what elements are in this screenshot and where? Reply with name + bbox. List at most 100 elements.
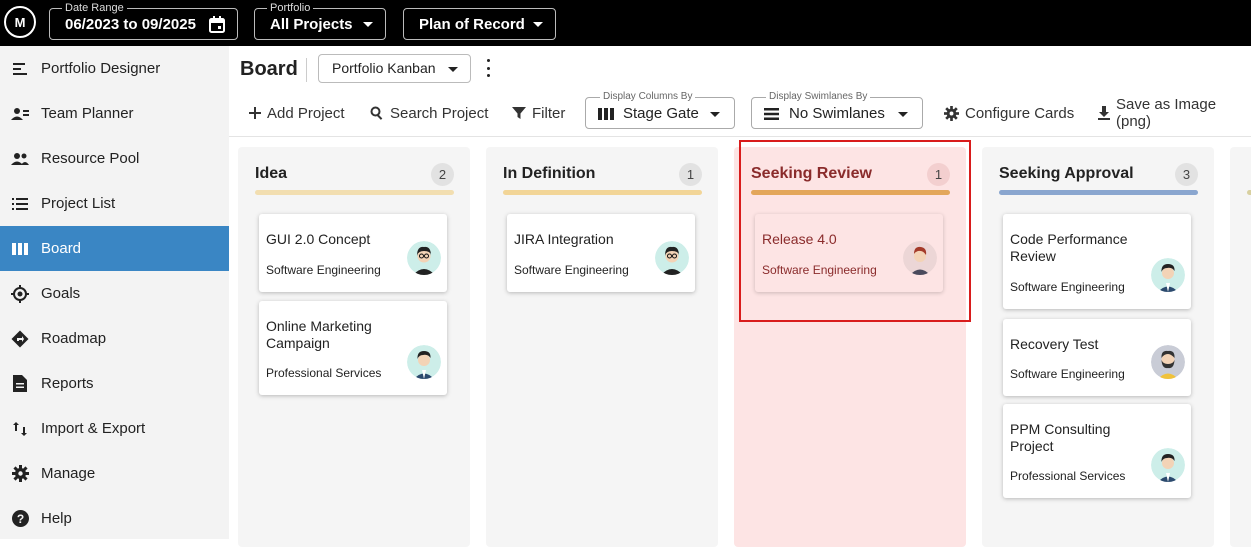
top-bar: M Date Range 06/2023 to 09/2025 Portfoli… <box>0 0 1251 46</box>
swimlanes-icon <box>764 107 779 124</box>
display-columns-label: Display Columns By <box>600 91 696 103</box>
sidebar-item-portfolio-designer[interactable]: Portfolio Designer <box>0 46 229 91</box>
search-icon <box>370 106 384 120</box>
list-icon <box>11 195 29 213</box>
calendar-icon[interactable] <box>209 16 225 33</box>
filter-button[interactable]: Filter <box>512 103 565 123</box>
column-title: Seeking Review <box>751 165 872 182</box>
sidebar-item-label: Goals <box>41 285 81 302</box>
sidebar-item-help[interactable]: ? Help <box>0 496 229 541</box>
gear-icon <box>11 465 29 483</box>
display-swimlanes-label: Display Swimlanes By <box>766 91 871 103</box>
sidebar-item-label: Manage <box>41 465 96 482</box>
display-columns-value: Stage Gate <box>623 105 699 122</box>
column-title: Idea <box>255 165 288 182</box>
card-title: GUI 2.0 Concept <box>266 231 371 247</box>
roadmap-icon <box>11 330 29 348</box>
chevron-down-icon <box>533 22 543 27</box>
logo-letter: M <box>14 14 26 30</box>
column-color-bar <box>503 190 702 195</box>
card-title: PPM Consulting Project <box>1010 421 1111 454</box>
sidebar-item-manage[interactable]: Manage <box>0 451 229 496</box>
help-icon: ? <box>11 510 29 528</box>
avatar <box>407 345 441 379</box>
goals-icon <box>11 284 29 303</box>
sidebar-item-label: Reports <box>41 375 94 392</box>
sidebar-item-label: Roadmap <box>41 330 107 347</box>
card-title: JIRA Integration <box>514 231 614 247</box>
project-card[interactable]: GUI 2.0 Concept Software Engineering <box>259 214 447 292</box>
plan-value: Plan of Record <box>419 16 525 33</box>
gear-icon <box>944 105 959 121</box>
search-project-button[interactable]: Search Project <box>370 103 488 123</box>
chevron-down-icon <box>710 112 720 117</box>
save-image-button[interactable]: Save as Image (png) <box>1098 96 1251 130</box>
date-range-value: 06/2023 to 09/2025 <box>65 16 196 33</box>
project-card[interactable]: Release 4.0 Software Engineering <box>755 214 943 292</box>
configure-cards-button[interactable]: Configure Cards <box>944 103 1074 123</box>
sidebar: Portfolio Designer Team Planner Resource… <box>0 46 229 539</box>
plan-select[interactable]: Plan of Record <box>403 8 556 40</box>
filter-label: Filter <box>532 104 566 122</box>
column-color-bar <box>255 190 454 195</box>
card-subtitle: Software Engineering <box>1010 280 1125 294</box>
sidebar-item-board[interactable]: Board <box>0 226 229 271</box>
board-select[interactable]: Portfolio Kanban <box>318 54 471 83</box>
sidebar-item-goals[interactable]: Goals <box>0 271 229 316</box>
avatar <box>1151 345 1185 379</box>
resource-pool-icon <box>11 150 29 168</box>
board-icon <box>11 240 29 258</box>
sidebar-item-label: Board <box>41 240 82 257</box>
board-icon <box>598 107 614 124</box>
sidebar-item-label: Project List <box>41 195 116 212</box>
portfolio-designer-icon <box>11 60 29 78</box>
project-card[interactable]: PPM Consulting Project Professional Serv… <box>1003 404 1191 498</box>
filter-icon <box>512 106 526 120</box>
column-in-definition: In Definition 1 JIRA Integration Softwar… <box>486 147 718 547</box>
add-project-button[interactable]: Add Project <box>249 103 345 123</box>
project-card[interactable]: Online Marketing Campaign Professional S… <box>259 301 447 395</box>
date-range-field[interactable]: Date Range 06/2023 to 09/2025 <box>49 2 238 40</box>
more-options-icon[interactable] <box>485 59 491 77</box>
column-seeking-approval: Seeking Approval 3 Code Performance Revi… <box>982 147 1214 547</box>
portfolio-label: Portfolio <box>267 2 314 14</box>
import-export-icon <box>11 420 29 438</box>
sidebar-item-import-export[interactable]: Import & Export <box>0 406 229 451</box>
card-title: Code Performance Review <box>1010 231 1128 264</box>
avatar <box>1151 258 1185 292</box>
card-title: Online Marketing Campaign <box>266 318 372 351</box>
count-badge: 2 <box>431 163 454 186</box>
portfolio-select[interactable]: Portfolio All Projects <box>254 2 386 40</box>
sidebar-item-label: Portfolio Designer <box>41 60 161 77</box>
column-title: In Definition <box>503 165 596 182</box>
avatar <box>407 241 441 275</box>
count-badge: 1 <box>927 163 950 186</box>
sidebar-item-project-list[interactable]: Project List <box>0 181 229 226</box>
download-icon <box>1098 106 1110 120</box>
reports-icon <box>11 375 29 393</box>
project-card[interactable]: JIRA Integration Software Engineering <box>507 214 695 292</box>
sidebar-item-reports[interactable]: Reports <box>0 361 229 406</box>
sidebar-item-roadmap[interactable]: Roadmap <box>0 316 229 361</box>
toolbar-divider <box>229 136 1251 137</box>
avatar <box>655 241 689 275</box>
main-content: Board Portfolio Kanban Add Project Searc… <box>229 46 1251 547</box>
count-badge: 1 <box>679 163 702 186</box>
app-logo[interactable]: M <box>4 6 36 38</box>
card-title: Release 4.0 <box>762 231 837 247</box>
column-color-bar <box>999 190 1198 195</box>
sidebar-item-team-planner[interactable]: Team Planner <box>0 91 229 136</box>
display-swimlanes-select[interactable]: Display Swimlanes By No Swimlanes <box>751 91 923 129</box>
card-subtitle: Software Engineering <box>514 263 629 277</box>
display-columns-select[interactable]: Display Columns By Stage Gate <box>585 91 735 129</box>
project-card[interactable]: Code Performance Review Software Enginee… <box>1003 214 1191 309</box>
card-subtitle: Professional Services <box>266 366 382 380</box>
project-card[interactable]: Recovery Test Software Engineering <box>1003 319 1191 396</box>
plus-icon <box>249 107 261 119</box>
card-subtitle: Software Engineering <box>266 263 381 277</box>
sidebar-item-resource-pool[interactable]: Resource Pool <box>0 136 229 181</box>
column-idea: Idea 2 GUI 2.0 Concept Software Engineer… <box>238 147 470 547</box>
count-badge: 3 <box>1175 163 1198 186</box>
search-project-label: Search Project <box>390 104 489 122</box>
svg-text:?: ? <box>16 512 23 526</box>
